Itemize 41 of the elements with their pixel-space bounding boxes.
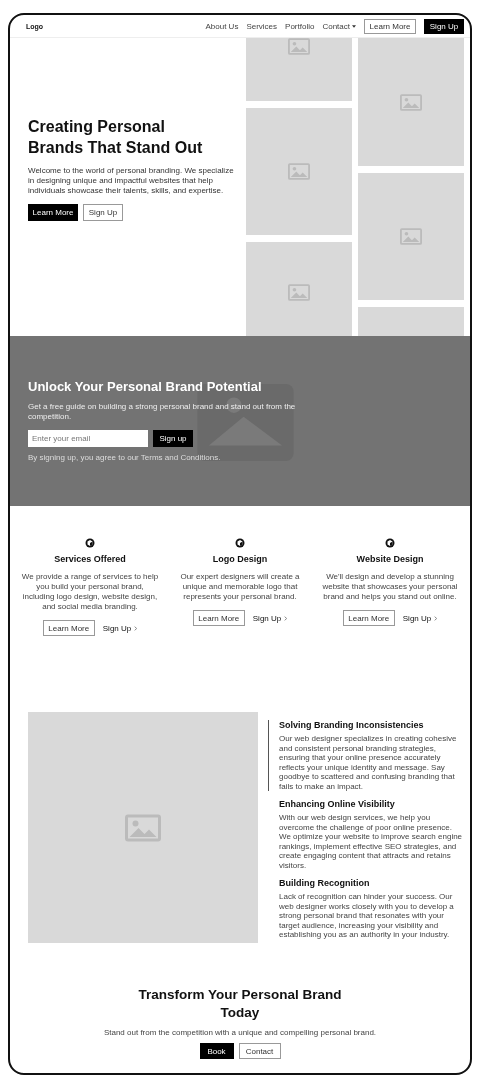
chevron-icon: [134, 625, 138, 631]
email-field[interactable]: Enter your email: [28, 430, 148, 447]
cta-text: Stand out from the competition with a unique and compelling personal brand.: [102, 1028, 378, 1037]
terms-note: By signing up, you agree to our Terms and Conditions.: [28, 453, 222, 462]
feature-item[interactable]: Solving Branding Inconsistencies Our web designer specializes in creating cohesive and consistent personal branding strategies, ensuring that your online presence accurately reflects your unique identity and message. Say goodbye to scattered and confusing branding that fails to make an impact.: [268, 720, 464, 791]
service-text: We provide a range of services to help you build your personal brand, including logo design, website design, and social media branding.: [20, 572, 160, 612]
nav-link[interactable]: Services: [246, 21, 278, 31]
sign-up-link[interactable]: Sign Up: [402, 613, 438, 623]
caret-icon: [352, 24, 356, 28]
learn-more-button[interactable]: Learn More: [42, 620, 95, 636]
sign-up-link[interactable]: Sign Up: [252, 613, 288, 623]
service-title: Website Design: [356, 554, 424, 564]
hero-title: Creating Personal Brands That Stand Out: [28, 117, 203, 158]
chevron-icon: [284, 615, 288, 621]
nav-link[interactable]: Portfolio: [285, 21, 315, 31]
sign-up-link[interactable]: Sign Up: [102, 623, 138, 633]
cube-icon: [385, 538, 395, 548]
chevron-icon: [434, 615, 438, 621]
sign-up-button[interactable]: Sign Up: [424, 18, 464, 34]
hero-text: Welcome to the world of personal branding. We specialize in designing unique and impactful websites that help individuals showcase their talents, skills, and expertise.: [28, 166, 235, 196]
book-button[interactable]: Book: [199, 1043, 234, 1059]
learn-more-button[interactable]: Learn More: [28, 204, 78, 221]
signup-title: Unlock Your Personal Brand Potential: [28, 378, 263, 396]
cube-icon: [235, 538, 245, 548]
cube-icon: [85, 538, 95, 548]
sign-up-button[interactable]: Sign Up: [83, 204, 123, 221]
nav-link[interactable]: Contact: [322, 21, 356, 31]
learn-more-button[interactable]: Learn More: [192, 610, 245, 626]
service-text: Our expert designers will create a unique and memorable logo that represents your personal brand.: [179, 572, 301, 602]
nav-link[interactable]: About Us: [205, 21, 239, 31]
service-title: Logo Design: [212, 554, 268, 564]
sign-up-button[interactable]: Sign up: [153, 430, 193, 447]
signup-text: Get a free guide on building a strong personal brand and stand out from the competition.: [28, 402, 297, 422]
service-title: Services Offered: [54, 554, 126, 564]
feature-item[interactable]: Enhancing Online Visibility With our web design services, we help you overcome the challenge of poor online presence. We optimize your website to improve search engine rankings, implement effective SEO strategies, and create engaging content that attracts and retains visitors.: [268, 799, 464, 870]
learn-more-button[interactable]: Learn More: [342, 610, 395, 626]
feature-item[interactable]: Building Recognition Lack of recognition can hinder your success. Our web designer works closely with you to develop a strong personal brand that resonates with your target audience, increasing your visibility and establishing you as an authority in your industry.: [268, 878, 464, 940]
learn-more-button[interactable]: Learn More: [364, 18, 416, 34]
cta-title: Transform Your Personal Brand Today: [137, 986, 343, 1022]
service-text: We'll design and develop a stunning website that showcases your personal brand and helps you stand out online.: [321, 572, 459, 602]
contact-button[interactable]: Contact: [238, 1043, 281, 1059]
